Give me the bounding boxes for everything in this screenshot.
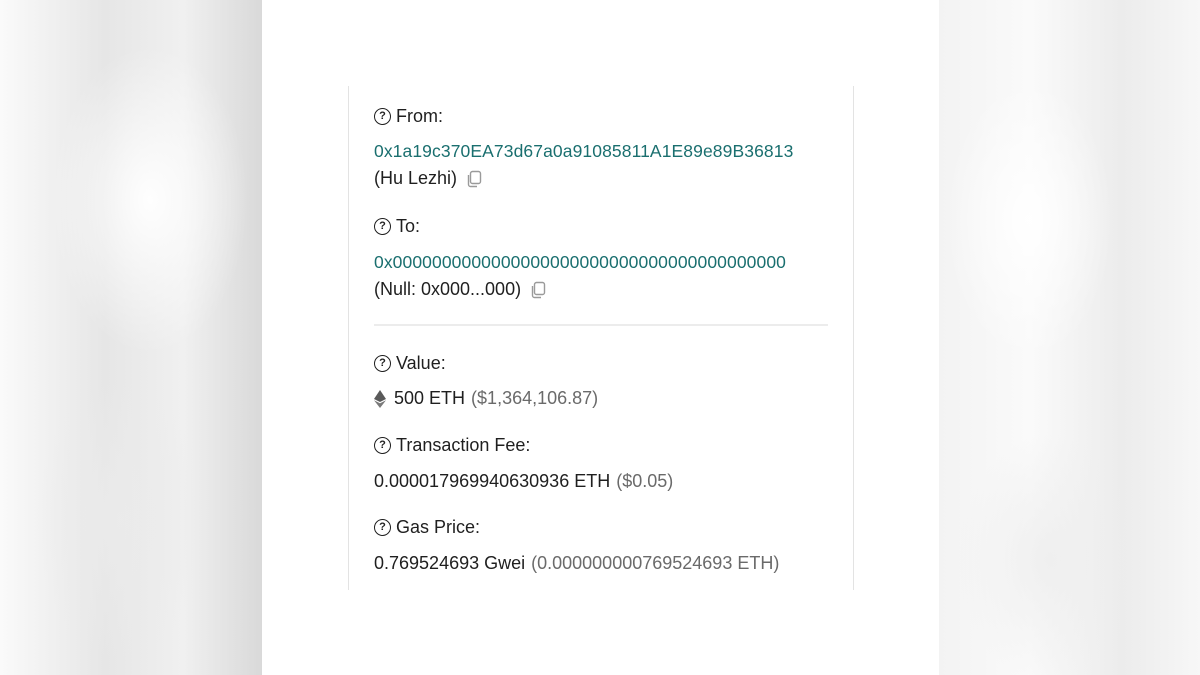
- gas-section: ? Gas Price:: [374, 515, 828, 539]
- from-label-row: ? From:: [374, 104, 828, 128]
- transaction-details-card: ? From: 0x1a19c370EA73d67a0a91085811A1E8…: [348, 86, 854, 590]
- from-label: From:: [396, 105, 443, 126]
- value-usd: ($1,364,106.87): [471, 388, 599, 408]
- gas-label: Gas Price:: [396, 516, 481, 537]
- blurred-background-left: [0, 0, 262, 675]
- value-amount-row: 500 ETH ($1,364,106.87): [374, 388, 828, 409]
- to-address-link[interactable]: 0x00000000000000000000000000000000000000…: [374, 252, 786, 272]
- copy-icon[interactable]: [529, 281, 547, 299]
- fee-label-row: ? Transaction Fee:: [374, 433, 828, 457]
- value-amount: 500 ETH: [394, 388, 466, 408]
- question-circle-icon[interactable]: ?: [374, 217, 391, 235]
- question-circle-icon[interactable]: ?: [374, 436, 391, 454]
- fee-label: Transaction Fee:: [396, 434, 531, 455]
- ethereum-icon: [374, 389, 386, 408]
- to-name: (Null: 0x000...000): [374, 279, 522, 299]
- from-address-link[interactable]: 0x1a19c370EA73d67a0a91085811A1E89e89B368…: [374, 141, 793, 161]
- fee-amount: 0.000017969940630936 ETH: [374, 471, 611, 491]
- to-section: ? To:: [374, 214, 828, 238]
- from-address-row: 0x1a19c370EA73d67a0a91085811A1E89e89B368…: [374, 141, 828, 162]
- question-circle-icon[interactable]: ?: [374, 107, 391, 125]
- fee-amount-row: 0.000017969940630936 ETH ($0.05): [374, 471, 828, 492]
- to-label: To:: [396, 215, 421, 236]
- to-address-row: 0x00000000000000000000000000000000000000…: [374, 252, 828, 273]
- value-section: ? Value:: [374, 351, 828, 375]
- blurred-background-right: [939, 0, 1200, 675]
- gas-amount-row: 0.769524693 Gwei (0.000000000769524693 E…: [374, 553, 828, 574]
- to-label-row: ? To:: [374, 214, 828, 238]
- value-label-row: ? Value:: [374, 351, 828, 375]
- section-divider: [374, 324, 828, 326]
- fee-section: ? Transaction Fee:: [374, 433, 828, 457]
- from-section: ? From:: [374, 104, 828, 128]
- fee-usd: ($0.05): [616, 471, 674, 491]
- gas-eth: (0.000000000769524693 ETH): [531, 553, 780, 573]
- question-circle-icon[interactable]: ?: [374, 354, 391, 372]
- copy-icon[interactable]: [465, 170, 483, 188]
- screenshot-panel: ? From: 0x1a19c370EA73d67a0a91085811A1E8…: [262, 0, 939, 675]
- from-name-row: (Hu Lezhi): [374, 168, 828, 189]
- to-name-row: (Null: 0x000...000): [374, 279, 828, 300]
- gas-amount: 0.769524693 Gwei: [374, 553, 526, 573]
- value-label: Value:: [396, 352, 446, 373]
- question-circle-icon[interactable]: ?: [374, 518, 391, 536]
- gas-label-row: ? Gas Price:: [374, 515, 828, 539]
- from-name: (Hu Lezhi): [374, 168, 458, 188]
